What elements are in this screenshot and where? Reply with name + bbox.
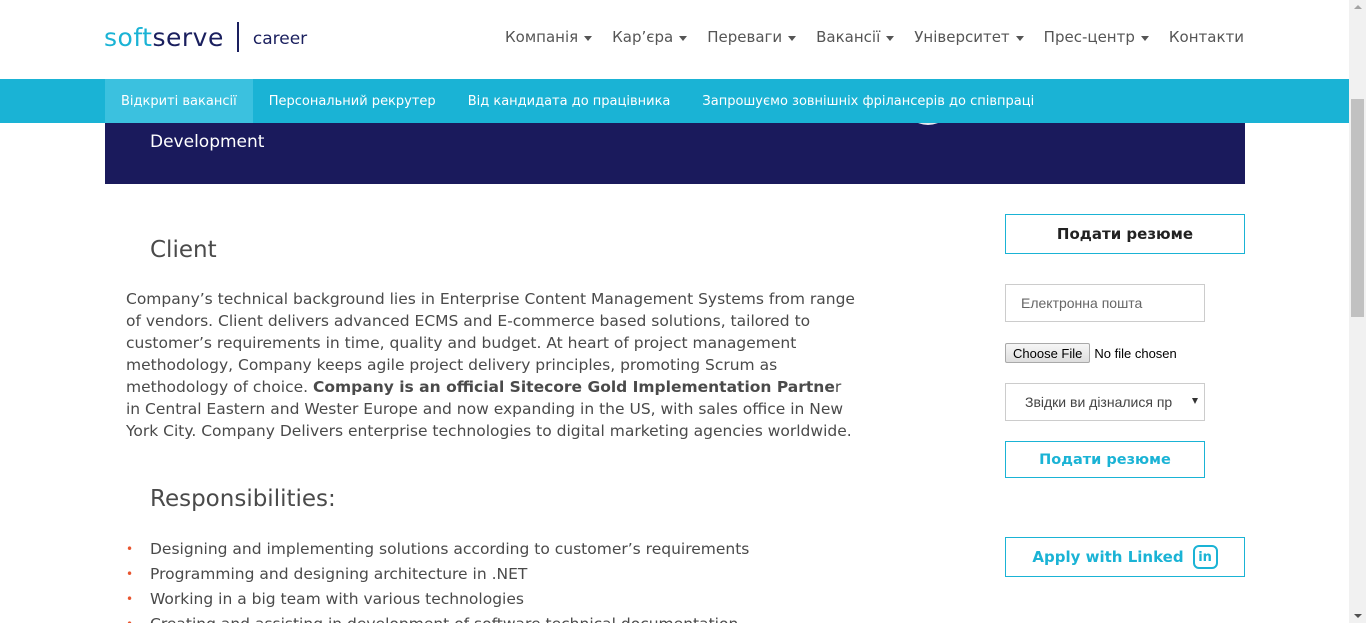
list-item: • Creating and assisting in development o… bbox=[126, 612, 856, 623]
file-status-text: No file chosen bbox=[1094, 345, 1177, 361]
vacancy-banner: Development bbox=[105, 123, 1245, 184]
main-nav: Компанія Кар’єра Переваги Вакансії Уніве… bbox=[485, 28, 1244, 46]
list-item-text: Designing and implementing solutions acc… bbox=[150, 540, 750, 558]
apply-with-linkedin-button[interactable]: Apply with Linked in bbox=[1005, 537, 1245, 577]
submit-form-button[interactable]: Подати резюме bbox=[1005, 441, 1205, 478]
scroll-up-icon[interactable] bbox=[1354, 5, 1362, 9]
nav-item-company[interactable]: Компанія bbox=[505, 28, 593, 46]
sub-nav: Відкриті вакансії Персональний рекрутер … bbox=[0, 79, 1349, 123]
subnav-item-freelancers[interactable]: Запрошуємо зовнішніх фрілансерів до спів… bbox=[686, 79, 1050, 123]
dropdown-arrow-icon bbox=[1192, 398, 1198, 404]
banner-decoration bbox=[905, 123, 951, 125]
caret-down-icon bbox=[886, 35, 895, 41]
responsibilities-heading: Responsibilities: bbox=[150, 486, 336, 512]
linkedin-icon: in bbox=[1192, 545, 1218, 569]
nav-item-label: Компанія bbox=[505, 28, 579, 46]
nav-item-benefits[interactable]: Переваги bbox=[707, 28, 797, 46]
client-text-bold: Company is an official Sitecore Gold Imp… bbox=[312, 378, 835, 396]
logo-career-text: career bbox=[252, 29, 308, 49]
source-select[interactable]: Звідки ви дізналися пр bbox=[1005, 383, 1205, 421]
bullet-icon: • bbox=[126, 567, 134, 581]
nav-item-press-center[interactable]: Прес-центр bbox=[1044, 28, 1149, 46]
file-upload: Choose File No file chosen bbox=[1005, 343, 1177, 363]
caret-down-icon bbox=[788, 35, 797, 41]
bullet-icon: • bbox=[126, 592, 134, 606]
email-field[interactable] bbox=[1005, 284, 1205, 322]
nav-item-vacancies[interactable]: Вакансії bbox=[816, 28, 895, 46]
list-item: • Programming and designing architecture … bbox=[126, 562, 856, 587]
nav-item-career[interactable]: Кар’єра bbox=[612, 28, 688, 46]
caret-down-icon bbox=[1140, 35, 1149, 41]
linkedin-button-label: Apply with Linked bbox=[1032, 548, 1184, 566]
banner-title: Development bbox=[150, 132, 265, 152]
page-scrollbar[interactable] bbox=[1349, 0, 1366, 623]
choose-file-button[interactable]: Choose File bbox=[1005, 343, 1091, 363]
logo-divider bbox=[236, 22, 239, 52]
source-select-value: Звідки ви дізналися пр bbox=[1025, 394, 1173, 410]
subnav-item-open-vacancies[interactable]: Відкриті вакансії bbox=[105, 79, 253, 123]
nav-item-contacts[interactable]: Контакти bbox=[1169, 28, 1244, 46]
responsibilities-list: • Designing and implementing solutions ac… bbox=[126, 537, 856, 623]
nav-item-label: Університет bbox=[914, 28, 1010, 46]
list-item-text: Creating and assisting in development of… bbox=[150, 615, 738, 623]
nav-item-label: Переваги bbox=[707, 28, 783, 46]
site-header: soft serve career Компанія Кар’єра Перева… bbox=[0, 0, 1349, 79]
logo-soft-text: soft bbox=[104, 22, 153, 52]
list-item-text: Working in a big team with various techn… bbox=[150, 590, 524, 608]
caret-down-icon bbox=[679, 35, 688, 41]
nav-item-university[interactable]: Університет bbox=[914, 28, 1024, 46]
submit-resume-button[interactable]: Подати резюме bbox=[1005, 214, 1245, 254]
softserve-career-logo[interactable]: soft serve career bbox=[104, 22, 307, 52]
caret-down-icon bbox=[584, 35, 593, 41]
nav-item-label: Кар’єра bbox=[612, 28, 674, 46]
nav-item-label: Контакти bbox=[1168, 28, 1244, 46]
bullet-icon: • bbox=[126, 612, 133, 623]
caret-down-icon bbox=[1015, 35, 1024, 41]
logo-serve-text: serve bbox=[152, 22, 224, 52]
list-item: • Working in a big team with various tech… bbox=[126, 587, 856, 612]
subnav-item-personal-recruiter[interactable]: Персональний рекрутер bbox=[253, 79, 452, 123]
subnav-item-candidate-to-employee[interactable]: Від кандидата до працівника bbox=[452, 79, 687, 123]
bullet-icon: • bbox=[126, 542, 134, 556]
scroll-thumb[interactable] bbox=[1351, 99, 1364, 317]
nav-item-label: Вакансії bbox=[816, 28, 881, 46]
client-heading: Client bbox=[150, 237, 217, 263]
list-item: • Designing and implementing solutions ac… bbox=[126, 537, 856, 562]
scroll-down-icon[interactable] bbox=[1354, 614, 1362, 618]
client-description: Company’s technical background lies in E… bbox=[126, 288, 856, 442]
nav-item-label: Прес-центр bbox=[1043, 28, 1135, 46]
list-item-text: Programming and designing architecture i… bbox=[150, 565, 528, 583]
